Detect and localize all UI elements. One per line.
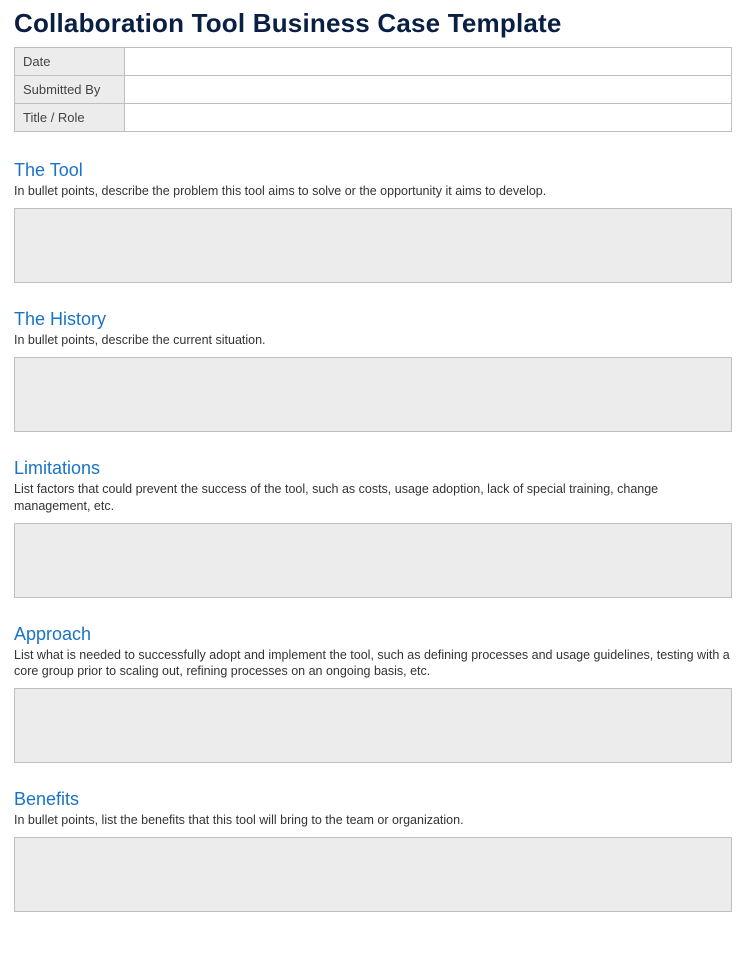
section-limitations-description: List factors that could prevent the succ… (14, 481, 732, 515)
section-approach-heading: Approach (14, 624, 732, 645)
section-tool-input[interactable] (14, 208, 732, 283)
section-history-input[interactable] (14, 357, 732, 432)
section-approach-input[interactable] (14, 688, 732, 763)
metadata-table: Date Submitted By Title / Role (14, 47, 732, 132)
section-benefits-description: In bullet points, list the benefits that… (14, 812, 732, 829)
title-role-field[interactable] (125, 104, 732, 132)
section-tool-heading: The Tool (14, 160, 732, 181)
section-history-heading: The History (14, 309, 732, 330)
section-limitations-heading: Limitations (14, 458, 732, 479)
title-role-label: Title / Role (15, 104, 125, 132)
submitted-by-label: Submitted By (15, 76, 125, 104)
submitted-by-field[interactable] (125, 76, 732, 104)
section-history-description: In bullet points, describe the current s… (14, 332, 732, 349)
section-approach: Approach List what is needed to successf… (14, 624, 732, 764)
section-benefits-heading: Benefits (14, 789, 732, 810)
date-field[interactable] (125, 48, 732, 76)
section-tool: The Tool In bullet points, describe the … (14, 160, 732, 283)
section-limitations-input[interactable] (14, 523, 732, 598)
page-title: Collaboration Tool Business Case Templat… (14, 8, 732, 39)
section-limitations: Limitations List factors that could prev… (14, 458, 732, 598)
section-benefits: Benefits In bullet points, list the bene… (14, 789, 732, 912)
section-benefits-input[interactable] (14, 837, 732, 912)
section-history: The History In bullet points, describe t… (14, 309, 732, 432)
date-label: Date (15, 48, 125, 76)
section-approach-description: List what is needed to successfully adop… (14, 647, 732, 681)
section-tool-description: In bullet points, describe the problem t… (14, 183, 732, 200)
